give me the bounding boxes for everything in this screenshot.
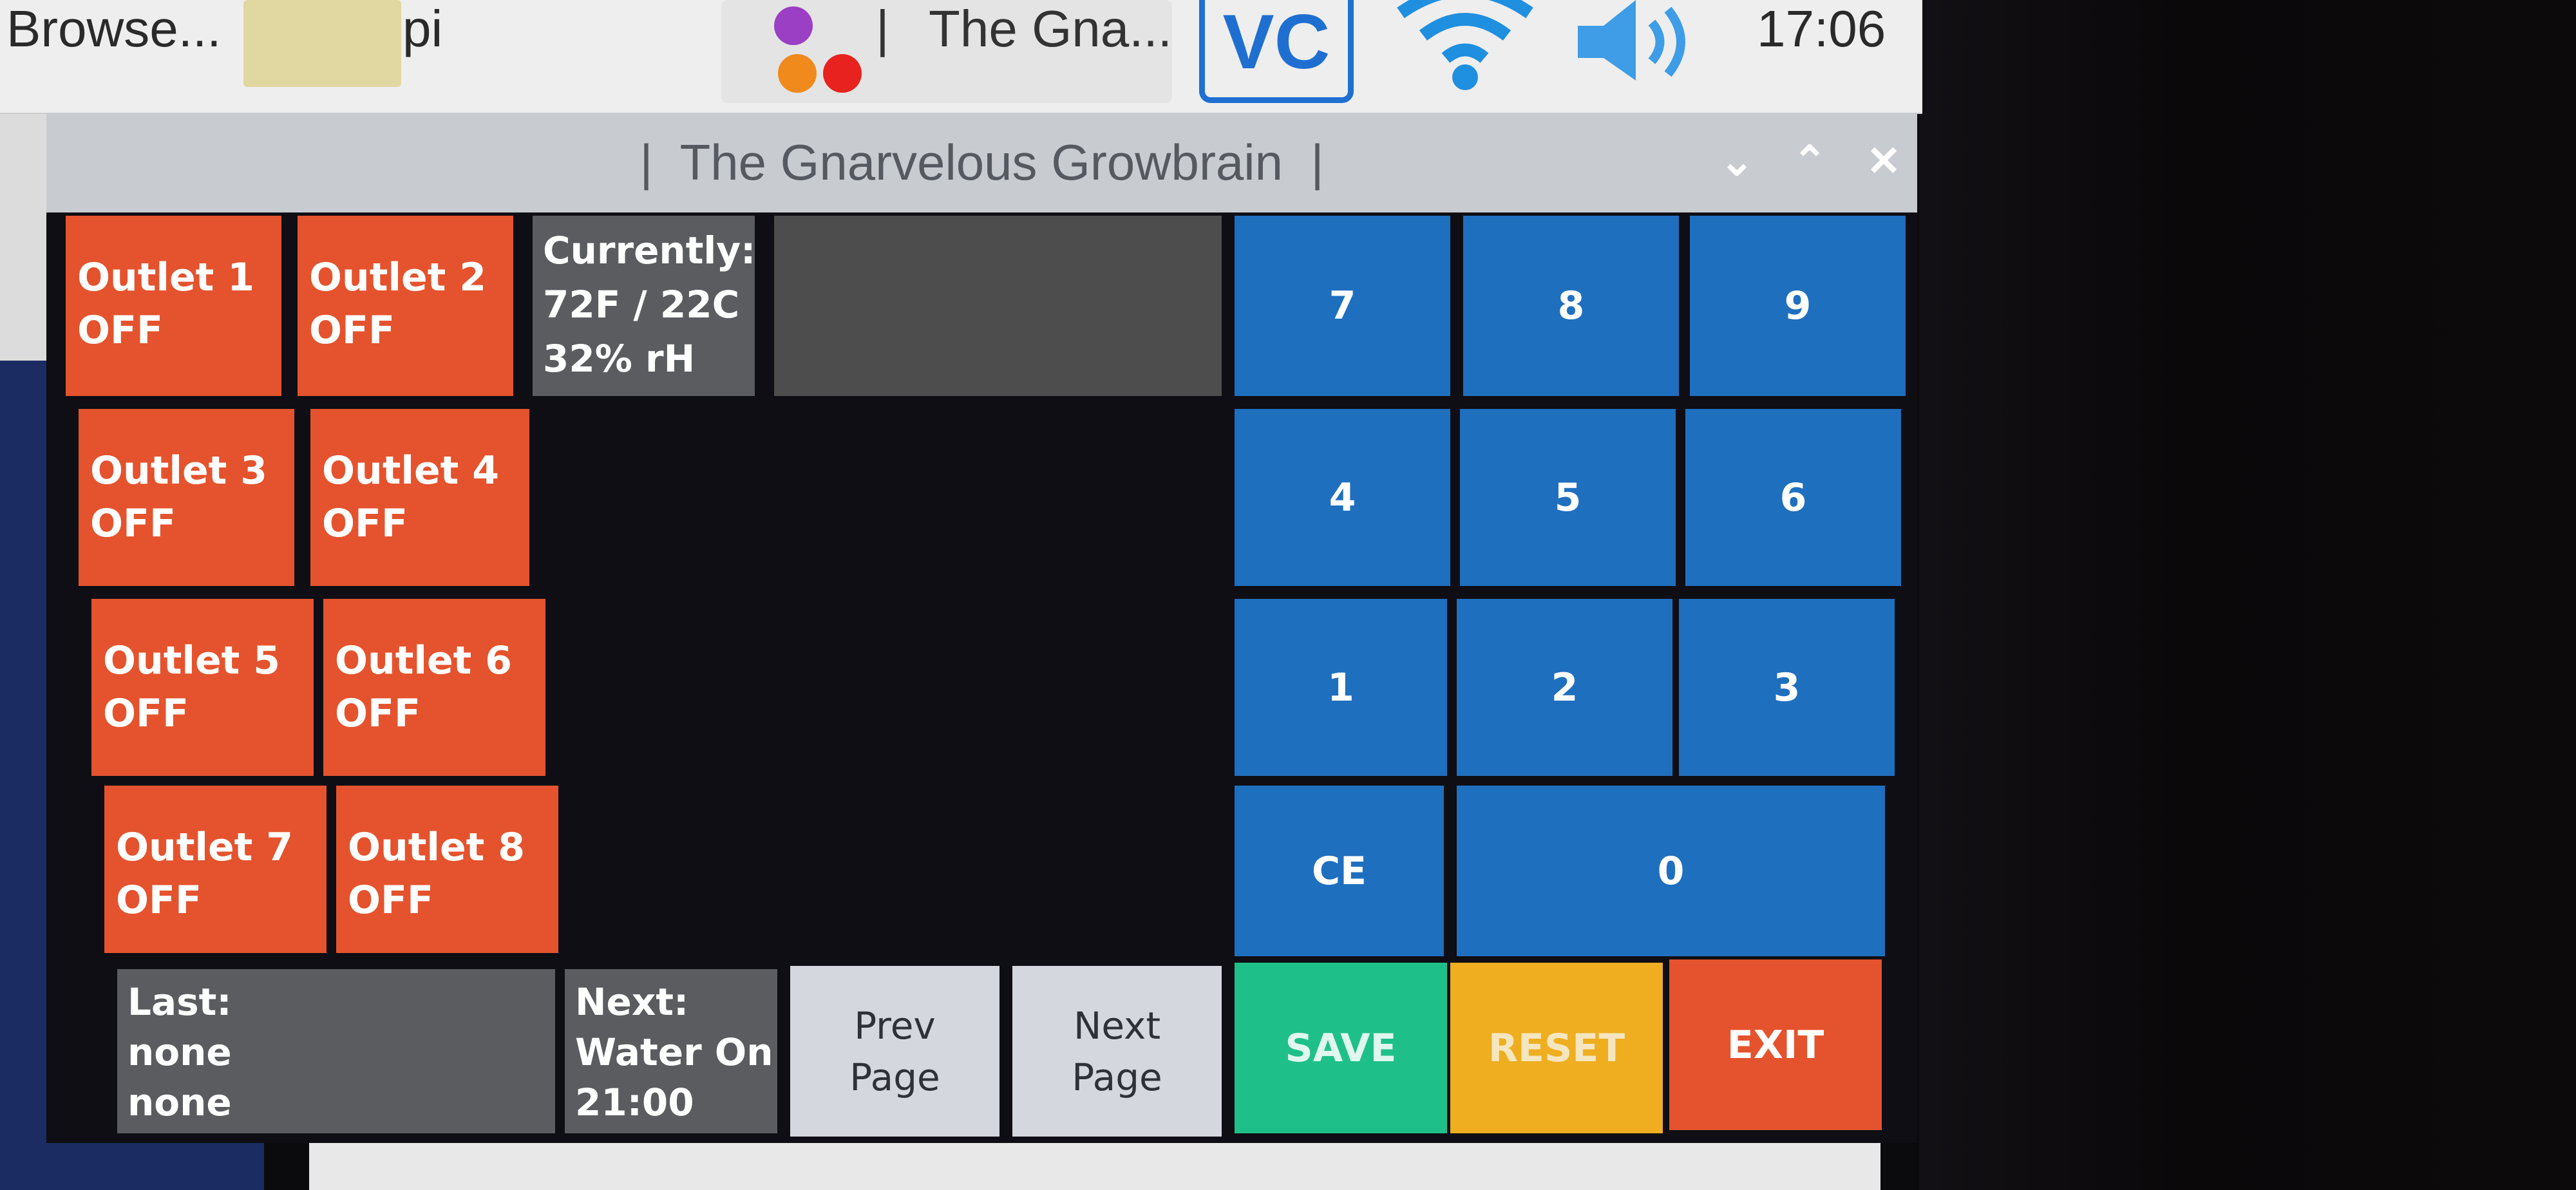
humidity-value: 32% rH bbox=[543, 337, 696, 381]
current-readings-panel: Currently: 72F / 22C 32% rH bbox=[533, 216, 755, 396]
monitor-bezel bbox=[1919, 0, 2576, 1190]
key-5-button[interactable]: 5 bbox=[1460, 409, 1676, 586]
files-taskbar-label[interactable]: pi bbox=[402, 0, 442, 61]
outlet-state: OFF bbox=[77, 308, 163, 353]
outlet-7-button[interactable]: Outlet 7 OFF bbox=[104, 786, 327, 953]
next-page-button[interactable]: Next Page bbox=[1012, 966, 1222, 1137]
key-0-button[interactable]: 0 bbox=[1457, 786, 1885, 956]
outlet-label: Outlet 1 bbox=[77, 255, 254, 300]
outlet-label: Outlet 8 bbox=[348, 825, 525, 870]
outlet-4-button[interactable]: Outlet 4 OFF bbox=[310, 409, 529, 586]
outlet-label: Outlet 4 bbox=[322, 448, 499, 493]
vnc-icon[interactable]: VC bbox=[1199, 0, 1354, 103]
last-value-2: none bbox=[128, 1081, 232, 1124]
next-event-value: Water On bbox=[575, 1030, 773, 1074]
key-8-button[interactable]: 8 bbox=[1463, 216, 1679, 396]
close-icon[interactable]: ✕ bbox=[1855, 132, 1913, 190]
outlet-label: Outlet 6 bbox=[335, 638, 512, 683]
photo-frame: Browse... pi | The Gna... VC 17:06 | The… bbox=[0, 0, 2576, 1190]
key-7-button[interactable]: 7 bbox=[1235, 216, 1450, 396]
browser-taskbar-button[interactable]: Browse... bbox=[6, 0, 221, 61]
outlet-label: Outlet 3 bbox=[90, 448, 267, 493]
clock: 17:06 bbox=[1757, 0, 1886, 57]
growbrain-taskbar-button[interactable]: | The Gna... bbox=[721, 0, 1172, 103]
key-6-button[interactable]: 6 bbox=[1685, 409, 1901, 586]
outlet-state: OFF bbox=[309, 308, 395, 353]
key-1-button[interactable]: 1 bbox=[1235, 599, 1447, 776]
reset-button[interactable]: RESET bbox=[1450, 963, 1663, 1133]
window-titlebar: | The Gnarvelous Growbrain | ⌄ ⌃ ✕ bbox=[46, 113, 1917, 212]
outlet-3-button[interactable]: Outlet 3 OFF bbox=[79, 409, 294, 586]
taskbar: Browse... pi | The Gna... VC 17:06 bbox=[0, 0, 1922, 114]
last-label: Last: bbox=[128, 980, 232, 1024]
key-9-button[interactable]: 9 bbox=[1690, 216, 1906, 396]
outlet-label: Outlet 7 bbox=[116, 825, 293, 870]
outlet-2-button[interactable]: Outlet 2 OFF bbox=[298, 216, 513, 396]
background-window-bottom bbox=[309, 1143, 1880, 1190]
key-3-button[interactable]: 3 bbox=[1679, 599, 1895, 776]
temperature-value: 72F / 22C bbox=[543, 283, 740, 326]
app-content: Outlet 1 OFF Outlet 2 OFF Outlet 3 OFF O… bbox=[46, 212, 1917, 1143]
wifi-icon[interactable] bbox=[1394, 0, 1536, 97]
next-page-label-2: Page bbox=[1072, 1055, 1162, 1099]
next-event-panel: Next: Water On 21:00 bbox=[565, 969, 777, 1133]
outlet-label: Outlet 2 bbox=[309, 255, 486, 300]
key-4-button[interactable]: 4 bbox=[1235, 409, 1450, 586]
window-title: | The Gnarvelous Growbrain | bbox=[639, 134, 1324, 191]
next-page-label: Next bbox=[1073, 1003, 1161, 1048]
maximize-icon[interactable]: ⌃ bbox=[1781, 132, 1839, 190]
save-button[interactable]: SAVE bbox=[1235, 963, 1447, 1133]
outlet-state: OFF bbox=[348, 878, 433, 923]
minimize-icon[interactable]: ⌄ bbox=[1708, 132, 1766, 190]
clear-entry-button[interactable]: CE bbox=[1235, 786, 1444, 956]
next-label: Next: bbox=[575, 980, 689, 1024]
current-label: Currently: bbox=[543, 229, 756, 272]
desktop-background-bottom bbox=[0, 1143, 264, 1190]
outlet-8-button[interactable]: Outlet 8 OFF bbox=[336, 786, 558, 953]
outlet-state: OFF bbox=[335, 691, 421, 736]
outlet-state: OFF bbox=[90, 501, 176, 546]
outlet-label: Outlet 5 bbox=[103, 638, 280, 683]
last-event-panel: Last: none none bbox=[117, 969, 555, 1133]
prev-page-button[interactable]: Prev Page bbox=[790, 966, 999, 1137]
outlet-state: OFF bbox=[116, 878, 202, 923]
key-2-button[interactable]: 2 bbox=[1457, 599, 1672, 776]
next-time-value: 21:00 bbox=[575, 1081, 694, 1124]
volume-icon[interactable] bbox=[1571, 0, 1700, 84]
outlet-state: OFF bbox=[322, 501, 408, 546]
outlet-1-button[interactable]: Outlet 1 OFF bbox=[66, 216, 281, 396]
outlet-5-button[interactable]: Outlet 5 OFF bbox=[91, 599, 314, 776]
last-value-1: none bbox=[128, 1030, 232, 1074]
outlet-state: OFF bbox=[103, 691, 189, 736]
growbrain-window: | The Gnarvelous Growbrain | ⌄ ⌃ ✕ Outle… bbox=[46, 113, 1917, 1143]
prev-page-label: Prev bbox=[854, 1003, 936, 1048]
files-taskbar-tile[interactable] bbox=[243, 0, 401, 87]
prev-page-label-2: Page bbox=[849, 1055, 940, 1099]
exit-button[interactable]: EXIT bbox=[1669, 959, 1882, 1130]
growbrain-taskbar-label: The Gna... bbox=[929, 0, 1172, 57]
display-panel bbox=[774, 216, 1222, 396]
outlet-6-button[interactable]: Outlet 6 OFF bbox=[323, 599, 545, 776]
